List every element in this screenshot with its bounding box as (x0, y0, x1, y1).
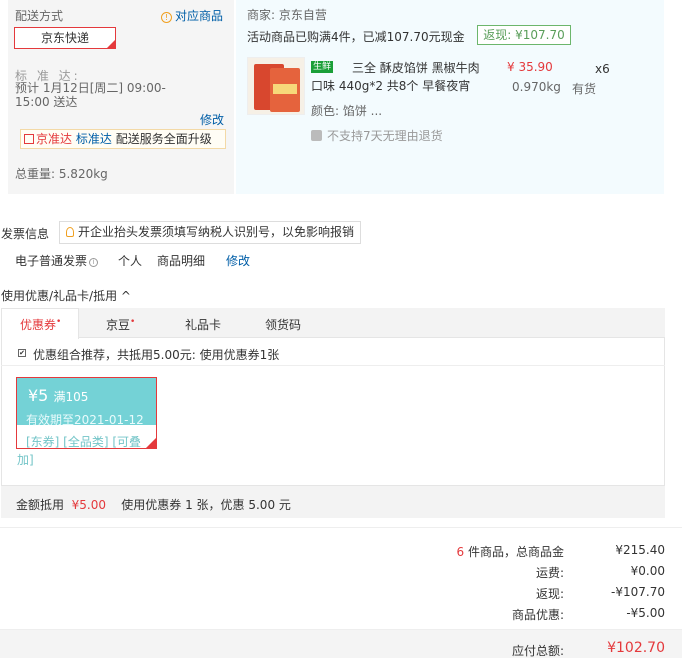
selected-corner-icon (145, 438, 156, 449)
payable-label: 应付总额: (511, 644, 564, 658)
corresponding-goods-link[interactable]: ! 对应商品 (161, 7, 223, 24)
invoice-detail: 商品明细 (157, 254, 206, 268)
total-weight: 总重量: 5.820kg (15, 167, 108, 181)
cashback-badge: 返现: ¥107.70 (477, 25, 571, 45)
invoice-title: 发票信息 (1, 227, 50, 241)
goods-discount-value: -¥5.00 (626, 606, 665, 620)
info-icon[interactable]: i (89, 258, 99, 267)
shipping-value: ¥0.00 (630, 564, 665, 578)
coupon-summary: 金额抵用 ¥5.00 使用优惠券 1 张，优惠 5.00 元 (16, 496, 291, 513)
coupon-summary-text: 使用优惠券 1 张，优惠 5.00 元 (121, 498, 291, 512)
coupon-amount: ¥5 (28, 386, 49, 405)
no-return-text: 不支持7天无理由退货 (327, 129, 443, 143)
goods-discount-label: 商品优惠: (511, 608, 564, 622)
no-return-notice: 不支持7天无理由退货 (311, 127, 443, 144)
info-icon: ! (161, 12, 172, 23)
invoice-type-label: 电子普通发票 (15, 254, 88, 268)
total-goods-label: 6 件商品，总商品金 (457, 543, 564, 560)
total-count: 6 (456, 545, 465, 559)
invoice-person: 个人 (118, 254, 143, 268)
invoice-tip-text: 开企业抬头发票须填写纳税人识别号，以免影响报销 (78, 225, 355, 239)
product-quantity: x6 (595, 62, 610, 76)
jzd-logo-icon (24, 134, 34, 144)
delivery-estimate: 预计 1月12日[周二] 09:00-15:00 送达 (15, 81, 166, 109)
divider (0, 527, 682, 528)
coupon-summary-label: 金额抵用 (16, 498, 65, 512)
total-goods-value: ¥215.40 (615, 543, 665, 557)
banner-upgrade-text: 配送服务全面升级 (115, 132, 212, 146)
product-price: ¥ 35.90 (507, 60, 553, 74)
no-return-icon (311, 130, 322, 141)
tab-coupon-label: 优惠券 (20, 318, 57, 332)
cashback-label: 返现: (535, 587, 564, 601)
tab-coupon[interactable]: 优惠券• (20, 316, 61, 333)
coupon-section-toggle[interactable]: 使用优惠/礼品卡/抵用 ^ (1, 287, 131, 304)
product-name-line1[interactable]: 三全 酥皮馅饼 黑椒牛肉 (352, 59, 484, 77)
lightbulb-icon (66, 227, 74, 237)
jd-express-option[interactable]: 京东快递 (14, 27, 116, 49)
promo-text: 活动商品已购满4件，已减107.70元现金 (247, 30, 465, 44)
tab-ticket[interactable]: 领货码 (265, 316, 301, 333)
product-image[interactable] (247, 57, 305, 115)
fresh-tag: 生鲜 (311, 61, 334, 73)
product-color: 颜色: 馅饼 ... (311, 104, 383, 118)
cashback-value: -¥107.70 (611, 585, 665, 599)
payable-value: ¥102.70 (607, 640, 665, 656)
banner-jzd: 京准达 (36, 132, 73, 146)
stock-status: 有货 (572, 82, 597, 96)
invoice-type: 电子普通发票 i (15, 252, 99, 269)
coupon-tabs (1, 308, 665, 338)
coupon-tags: [东券] [全品类] [可叠 (26, 435, 142, 449)
corresponding-goods-label: 对应商品 (175, 9, 224, 23)
delivery-title: 配送方式 (15, 9, 64, 23)
tab-jingdou[interactable]: 京豆• (106, 316, 135, 333)
payable-bar (0, 629, 682, 658)
tab-jingdou-label: 京豆 (106, 318, 131, 332)
shipping-label: 运费: (535, 566, 564, 580)
combo-text: 优惠组合推荐，共抵用5.00元: 使用优惠券1张 (33, 348, 280, 362)
tab-giftcard[interactable]: 礼品卡 (185, 316, 221, 333)
invoice-modify-link[interactable]: 修改 (226, 252, 250, 269)
modify-delivery-link[interactable]: 修改 (200, 111, 224, 128)
coupon-tags-2: 加] (17, 453, 34, 467)
merchant-name: 商家: 京东自营 (247, 8, 327, 22)
coupon-expire: 有效期至2021-01-12 (26, 413, 144, 427)
coupon-condition: 满105 (53, 390, 89, 404)
product-name-line2[interactable]: 口味 440g*2 共8个 早餐夜宵 (311, 77, 471, 95)
invoice-tip: 开企业抬头发票须填写纳税人识别号，以免影响报销 (59, 221, 361, 244)
total-count-suffix: 件商品，总商品金 (467, 545, 564, 559)
coupon-summary-amount: ¥5.00 (71, 498, 107, 512)
product-weight: 0.970kg (512, 80, 561, 94)
combo-checkbox[interactable]: ✔ (18, 349, 26, 357)
coupon-value: ¥5 满105 (28, 386, 88, 405)
delivery-upgrade-banner[interactable]: 京准达 标准达 配送服务全面升级 (20, 129, 226, 149)
banner-bzd: 标准达 (75, 132, 112, 146)
